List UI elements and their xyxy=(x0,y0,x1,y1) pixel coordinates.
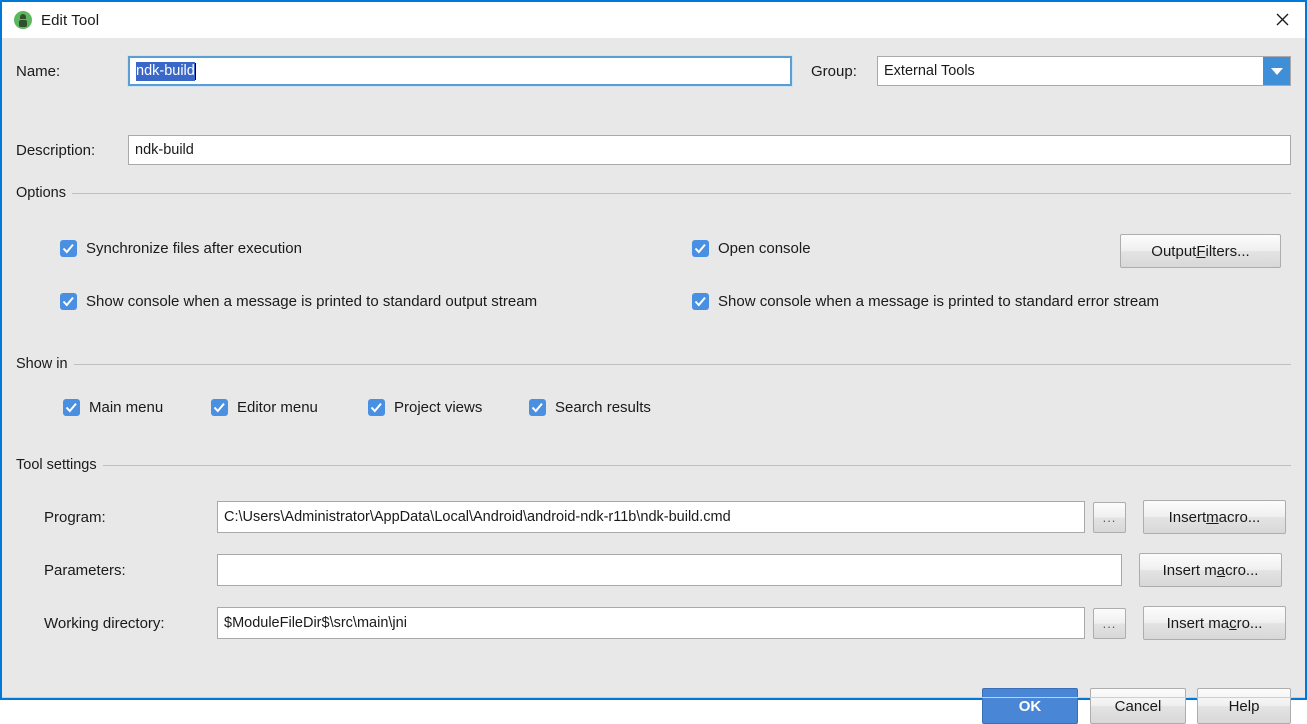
checkbox-checked-icon xyxy=(529,399,546,416)
working-directory-input-value: $ModuleFileDir$\src\main\jni xyxy=(224,615,407,631)
window-title: Edit Tool xyxy=(41,11,100,29)
group-divider xyxy=(71,192,1291,194)
name-input[interactable]: ndk-build xyxy=(127,55,793,87)
checkbox-label: Open console xyxy=(718,240,811,257)
checkbox-checked-icon xyxy=(60,240,77,257)
working-directory-row: Working directory: $ModuleFileDir$\src\m… xyxy=(44,606,1291,640)
insert-macro-mnemonic: a xyxy=(1216,561,1226,579)
checkbox-label: Editor menu xyxy=(237,399,318,416)
ok-button-label: OK xyxy=(1018,697,1042,715)
options-group-title: Options xyxy=(16,185,66,201)
description-label: Description: xyxy=(16,141,96,159)
android-studio-icon xyxy=(14,11,32,29)
output-filters-label-prefix: Output xyxy=(1151,242,1197,260)
working-directory-input[interactable]: $ModuleFileDir$\src\main\jni xyxy=(217,607,1085,639)
help-button[interactable]: Help xyxy=(1197,688,1291,724)
checkbox-checked-icon xyxy=(368,399,385,416)
insert-macro-prefix: Insert xyxy=(1168,508,1207,526)
checkbox-label: Show console when a message is printed t… xyxy=(718,293,1160,310)
dialog-body: Name: ndk-build Group: External Tools De… xyxy=(2,38,1305,724)
insert-macro-suffix: cro... xyxy=(1225,561,1259,579)
insert-macro-mnemonic: m xyxy=(1206,508,1219,526)
checkbox-checked-icon xyxy=(63,399,80,416)
checkbox-label: Synchronize files after execution xyxy=(86,240,302,257)
output-filters-label-suffix: ilters... xyxy=(1205,242,1250,260)
checkbox-checked-icon xyxy=(692,293,709,310)
edit-tool-dialog: Edit Tool Name: ndk-build Group: Externa… xyxy=(0,0,1307,724)
show-in-group-header: Show in xyxy=(16,356,1291,372)
checkbox-search-results[interactable]: Search results xyxy=(529,399,651,416)
parameters-row: Parameters: Insert m a cro... xyxy=(44,553,1291,587)
parameters-label: Parameters: xyxy=(44,561,126,579)
close-icon xyxy=(1276,13,1288,25)
insert-macro-mnemonic: c xyxy=(1229,614,1237,632)
insert-macro-prefix: Insert m xyxy=(1162,561,1217,579)
title-bar: Edit Tool xyxy=(2,2,1305,38)
output-filters-button[interactable]: Output Filters... xyxy=(1120,234,1281,268)
checkbox-checked-icon xyxy=(211,399,228,416)
parameters-input[interactable] xyxy=(217,554,1122,586)
name-row: Name: ndk-build Group: External Tools xyxy=(16,55,1291,87)
description-input-value: ndk-build xyxy=(135,142,194,158)
checkbox-label: Search results xyxy=(555,399,651,416)
footer-divider xyxy=(2,697,1305,698)
ok-button[interactable]: OK xyxy=(982,688,1078,724)
checkbox-editor-menu[interactable]: Editor menu xyxy=(211,399,318,416)
name-input-value: ndk-build xyxy=(136,61,195,81)
checkbox-show-console-stdout[interactable]: Show console when a message is printed t… xyxy=(60,293,537,310)
insert-macro-suffix: acro... xyxy=(1218,508,1261,526)
description-input[interactable]: ndk-build xyxy=(128,135,1291,165)
cancel-button-label: Cancel xyxy=(1114,697,1162,715)
checkbox-label: Main menu xyxy=(89,399,164,416)
parameters-insert-macro-button[interactable]: Insert m a cro... xyxy=(1139,553,1282,587)
group-divider xyxy=(73,363,1291,365)
ellipsis-icon: ... xyxy=(1102,509,1117,525)
checkbox-synchronize-files[interactable]: Synchronize files after execution xyxy=(60,240,302,257)
checkbox-label: Project views xyxy=(394,399,483,416)
close-button[interactable] xyxy=(1259,2,1305,36)
checkbox-checked-icon xyxy=(692,240,709,257)
group-label: Group: xyxy=(811,62,857,80)
program-row: Program: C:\Users\Administrator\AppData\… xyxy=(44,500,1291,534)
group-select-value: External Tools xyxy=(884,63,975,79)
chevron-down-icon[interactable] xyxy=(1263,57,1290,85)
insert-macro-prefix: Insert ma xyxy=(1166,614,1230,632)
description-row: Description: ndk-build xyxy=(16,135,1291,165)
program-input[interactable]: C:\Users\Administrator\AppData\Local\And… xyxy=(217,501,1085,533)
program-insert-macro-button[interactable]: Insert m acro... xyxy=(1143,500,1286,534)
name-label: Name: xyxy=(16,62,61,80)
program-browse-button[interactable]: ... xyxy=(1093,501,1126,533)
show-in-group-title: Show in xyxy=(16,356,68,372)
checkbox-show-console-stderr[interactable]: Show console when a message is printed t… xyxy=(692,293,1159,310)
checkbox-open-console[interactable]: Open console xyxy=(692,240,811,257)
output-filters-mnemonic: F xyxy=(1196,242,1206,260)
working-directory-insert-macro-button[interactable]: Insert ma c ro... xyxy=(1143,606,1286,640)
checkbox-project-views[interactable]: Project views xyxy=(368,399,482,416)
ellipsis-icon: ... xyxy=(1102,615,1117,631)
program-label: Program: xyxy=(44,508,106,526)
text-caret xyxy=(194,62,196,80)
group-divider xyxy=(102,464,1291,466)
tool-settings-group-header: Tool settings xyxy=(16,457,1291,473)
checkbox-main-menu[interactable]: Main menu xyxy=(63,399,163,416)
working-directory-label: Working directory: xyxy=(44,614,165,632)
cancel-button[interactable]: Cancel xyxy=(1090,688,1186,724)
options-group-header: Options xyxy=(16,185,1291,201)
working-directory-browse-button[interactable]: ... xyxy=(1093,607,1126,639)
help-button-label: Help xyxy=(1228,697,1260,715)
insert-macro-suffix: ro... xyxy=(1236,614,1263,632)
tool-settings-group-title: Tool settings xyxy=(16,457,97,473)
checkbox-label: Show console when a message is printed t… xyxy=(86,293,538,310)
checkbox-checked-icon xyxy=(60,293,77,310)
group-select[interactable]: External Tools xyxy=(877,56,1291,86)
program-input-value: C:\Users\Administrator\AppData\Local\And… xyxy=(224,509,731,525)
